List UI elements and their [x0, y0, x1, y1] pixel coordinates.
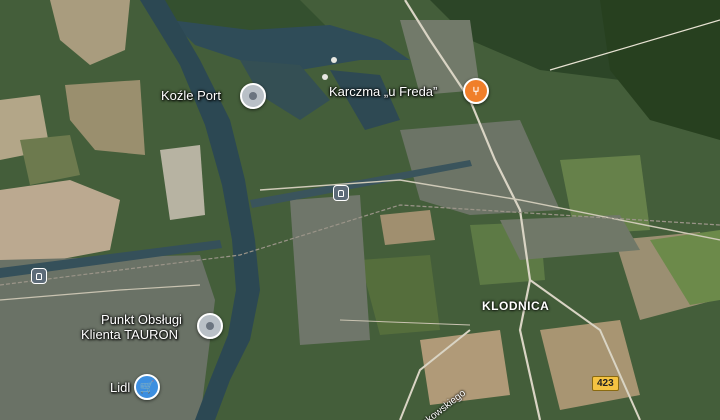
satellite-imagery	[0, 0, 720, 420]
restaurant-icon[interactable]: ⑂	[463, 78, 489, 104]
shopping-cart-icon[interactable]: 🛒	[134, 374, 160, 400]
place-label-tauron-line1[interactable]: Punkt Obsługi	[101, 312, 182, 327]
place-label-karczma[interactable]: Karczma „u Freda”	[329, 84, 437, 99]
town-label-klodnica[interactable]: KLODNICA	[482, 299, 549, 313]
place-label-kozle-port[interactable]: Koźle Port	[161, 88, 221, 103]
train-station-icon[interactable]	[333, 185, 349, 201]
map-pin-icon[interactable]	[240, 83, 266, 109]
route-shield: 423	[592, 376, 619, 391]
train-glyph	[338, 189, 344, 197]
pin-dot	[206, 322, 214, 330]
pin-dot	[249, 92, 257, 100]
train-station-icon[interactable]	[31, 268, 47, 284]
place-label-tauron-line2[interactable]: Klienta TAURON	[81, 327, 178, 342]
place-label-lidl[interactable]: Lidl	[110, 380, 130, 395]
satellite-map[interactable]: Koźle Port Karczma „u Freda” ⑂ Punkt Obs…	[0, 0, 720, 420]
train-glyph	[36, 272, 42, 280]
map-pin-icon[interactable]	[197, 313, 223, 339]
